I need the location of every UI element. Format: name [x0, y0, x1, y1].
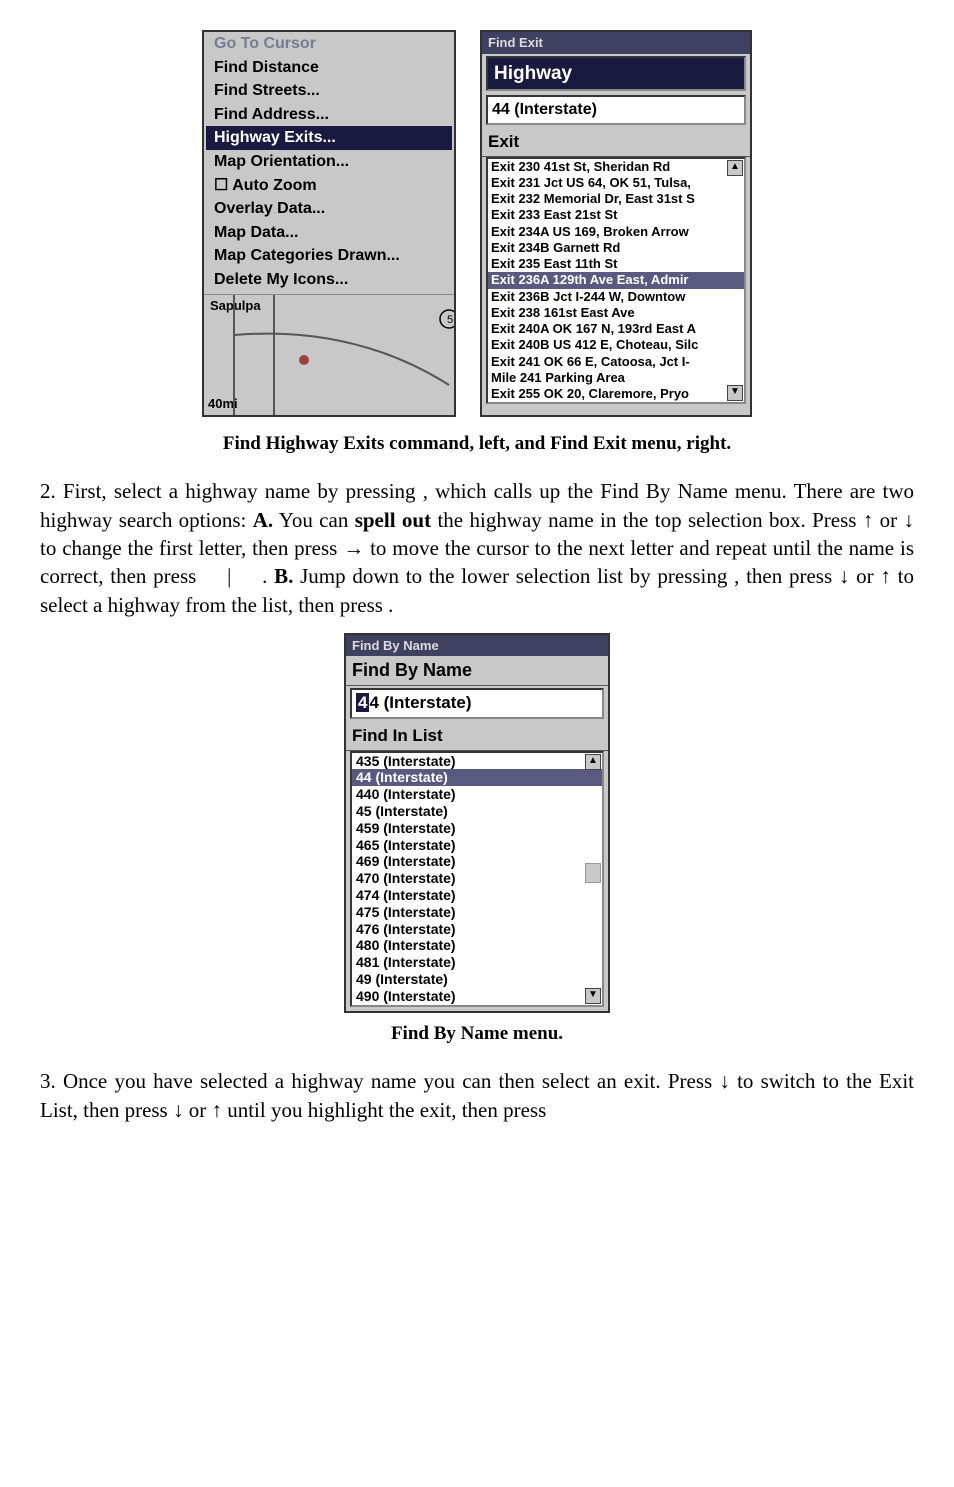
menu-item[interactable]: Find Distance — [206, 56, 452, 80]
list-item[interactable]: 440 (Interstate) — [352, 786, 602, 803]
figure-2: Find By Name Find By Name 44 (Interstate… — [40, 633, 914, 1013]
para-step-2: 2. First, select a highway name by press… — [40, 477, 914, 619]
exit-section-label: Exit — [482, 129, 750, 157]
list-item[interactable]: 45 (Interstate) — [352, 803, 602, 820]
list-item[interactable]: 44 (Interstate) — [352, 769, 602, 786]
menu-item[interactable]: Highway Exits... — [206, 126, 452, 150]
txt: 2. First, select a highway name by press… — [40, 479, 423, 503]
list-item[interactable]: Exit 240B US 412 E, Choteau, Silc — [488, 337, 744, 353]
highway-header: Highway — [486, 56, 746, 92]
list-item[interactable]: Exit 233 East 21st St — [488, 207, 744, 223]
txt: . — [388, 593, 393, 617]
list-item[interactable]: Exit 240A OK 167 N, 193rd East A — [488, 321, 744, 337]
menu-item[interactable]: Map Categories Drawn... — [206, 244, 452, 268]
find-by-name-panel: Find By Name Find By Name 44 (Interstate… — [344, 633, 610, 1013]
list-item[interactable]: Exit 234B Garnett Rd — [488, 240, 744, 256]
list-item[interactable]: 476 (Interstate) — [352, 921, 602, 938]
list-item[interactable]: 469 (Interstate) — [352, 853, 602, 870]
find-by-name-title: Find By Name — [346, 635, 608, 657]
map-roads: 5 — [204, 295, 454, 415]
menu-item[interactable]: Delete My Icons... — [206, 268, 452, 292]
scroll-down-icon[interactable]: ▼ — [727, 385, 743, 401]
list-item[interactable]: Exit 236A 129th Ave East, Admir — [488, 272, 744, 288]
scroll-up-icon[interactable]: ▲ — [727, 160, 743, 176]
list-item[interactable]: 459 (Interstate) — [352, 820, 602, 837]
input-rest: 4 (Interstate) — [369, 693, 471, 712]
figure-2-caption: Find By Name menu. — [40, 1021, 914, 1047]
list-item[interactable]: Exit 231 Jct US 64, OK 51, Tulsa, — [488, 175, 744, 191]
list-item[interactable]: Exit 236B Jct I-244 W, Downtow — [488, 289, 744, 305]
menu-item[interactable]: Map Orientation... — [206, 150, 452, 174]
list-item[interactable]: 481 (Interstate) — [352, 954, 602, 971]
scroll-up-icon[interactable]: ▲ — [585, 754, 601, 770]
find-exit-title: Find Exit — [482, 32, 750, 54]
para-step-3: 3. Once you have selected a highway name… — [40, 1067, 914, 1124]
list-item[interactable]: 474 (Interstate) — [352, 887, 602, 904]
txt: spell out — [355, 508, 431, 532]
menu-item[interactable]: ☐ Auto Zoom — [206, 174, 452, 198]
list-item[interactable]: 475 (Interstate) — [352, 904, 602, 921]
figure-1-caption: Find Highway Exits command, left, and Fi… — [40, 431, 914, 457]
list-item[interactable]: 490 (Interstate) — [352, 988, 602, 1005]
list-item[interactable]: Exit 238 161st East Ave — [488, 305, 744, 321]
menu-item[interactable]: Map Data... — [206, 221, 452, 245]
find-in-list-label: Find In List — [346, 723, 608, 751]
list-item[interactable]: Exit 241 OK 66 E, Catoosa, Jct I- — [488, 354, 744, 370]
txt: A. — [253, 508, 273, 532]
highway-value[interactable]: 44 (Interstate) — [486, 95, 746, 125]
menu-item[interactable]: Find Streets... — [206, 79, 452, 103]
list-item[interactable]: 465 (Interstate) — [352, 837, 602, 854]
svg-text:5: 5 — [447, 314, 453, 326]
list-item[interactable]: 435 (Interstate) — [352, 753, 602, 770]
list-item[interactable]: 470 (Interstate) — [352, 870, 602, 887]
txt: | — [203, 564, 255, 588]
figure-1: Go To CursorFind DistanceFind Streets...… — [40, 30, 914, 417]
map-context-menu-panel: Go To CursorFind DistanceFind Streets...… — [202, 30, 456, 417]
find-by-name-header: Find By Name — [346, 656, 608, 685]
scroll-thumb[interactable] — [585, 863, 601, 883]
txt: Jump down to the lower selection list by… — [300, 564, 734, 588]
list-item[interactable]: Exit 230 41st St, Sheridan Rd — [488, 159, 744, 175]
scroll-down-icon[interactable]: ▼ — [585, 988, 601, 1004]
list-item[interactable]: 49 (Interstate) — [352, 971, 602, 988]
map-preview: Sapulpa 40mi 5 — [204, 294, 454, 415]
menu-item[interactable]: Overlay Data... — [206, 197, 452, 221]
list-item[interactable]: Exit 255 OK 20, Claremore, Pryo — [488, 386, 744, 402]
list-item[interactable]: Exit 235 East 11th St — [488, 256, 744, 272]
list-item[interactable]: Exit 232 Memorial Dr, East 31st S — [488, 191, 744, 207]
find-by-name-input[interactable]: 44 (Interstate) — [350, 688, 604, 719]
txt: B. — [274, 564, 293, 588]
menu-item[interactable]: Go To Cursor — [206, 32, 452, 56]
list-item[interactable]: 480 (Interstate) — [352, 937, 602, 954]
list-item[interactable]: Mile 241 Parking Area — [488, 370, 744, 386]
find-exit-panel: Find Exit Highway 44 (Interstate) Exit ▲… — [480, 30, 752, 417]
txt: You can — [279, 508, 355, 532]
find-in-list[interactable]: ▲ ▼ 435 (Interstate)44 (Interstate)440 (… — [350, 751, 604, 1007]
txt: . — [262, 564, 274, 588]
exit-list[interactable]: ▲ ▼ Exit 230 41st St, Sheridan RdExit 23… — [486, 157, 746, 405]
list-item[interactable]: Exit 234A US 169, Broken Arrow — [488, 224, 744, 240]
menu-item[interactable]: Find Address... — [206, 103, 452, 127]
